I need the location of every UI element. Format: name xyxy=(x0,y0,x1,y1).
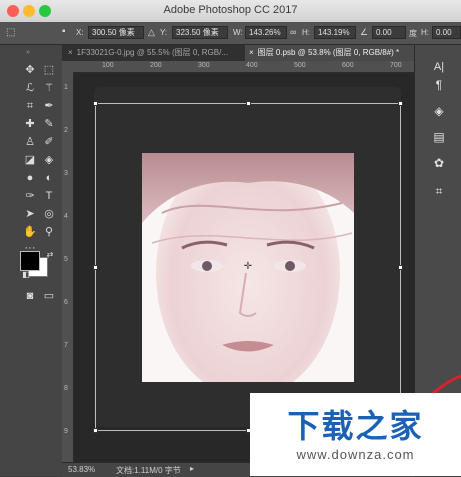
close-tab-icon[interactable]: × xyxy=(249,48,254,57)
tab-label: 1F33021G-0.jpg @ 55.5% (图层 0, RGB/... xyxy=(76,48,228,57)
tab-document-2[interactable]: × 图层 0.psb @ 53.8% (图层 0, RGB/8#) * xyxy=(245,45,414,61)
clone-stamp-tool-icon[interactable]: ♙ xyxy=(22,134,38,150)
crop-tool-icon[interactable]: ⌗ xyxy=(22,98,38,114)
brush-tool-icon[interactable]: ✎ xyxy=(41,116,57,132)
height-field[interactable]: 143.19% xyxy=(314,26,356,39)
delta-icon[interactable]: △ xyxy=(148,27,155,38)
transform-handle-top[interactable] xyxy=(246,101,251,106)
crop-panel-icon[interactable]: ⌗ xyxy=(431,183,447,199)
watermark-title: 下载之家 xyxy=(287,408,424,444)
ruler-tick-label: 7 xyxy=(64,342,68,349)
ruler-tick-label: 2 xyxy=(64,127,68,134)
transform-handle-left[interactable] xyxy=(93,265,98,270)
watermark: 下载之家 www.downza.com xyxy=(250,393,461,476)
y-label: Y: xyxy=(160,28,168,37)
options-bar: ⬚ ▪ X: 300.50 像素 △ Y: 323.50 像素 W: 143.2… xyxy=(0,22,461,45)
transform-handle-bottom-left[interactable] xyxy=(93,428,98,433)
ruler-tick-label: 1 xyxy=(64,84,68,91)
ruler-tick-label: 8 xyxy=(64,385,68,392)
width-field[interactable]: 143.26% xyxy=(245,26,287,39)
dodge-tool-icon[interactable]: ◐ xyxy=(41,170,57,186)
paragraph-panel-icon[interactable]: ¶ xyxy=(431,77,447,93)
move-tool-icon[interactable]: ✥ xyxy=(22,62,38,78)
transform-handle-right[interactable] xyxy=(398,265,403,270)
paint-bucket-tool-icon[interactable]: ◈ xyxy=(41,152,57,168)
ruler-tick-label: 3 xyxy=(64,170,68,177)
reference-point-icon[interactable]: ▪ xyxy=(62,26,66,37)
hand-tool-icon[interactable]: ✋ xyxy=(22,224,38,240)
tab-document-1[interactable]: × 1F33021G-0.jpg @ 55.5% (图层 0, RGB/... xyxy=(62,45,244,61)
document-tab-bar: × 1F33021G-0.jpg @ 55.5% (图层 0, RGB/... ×… xyxy=(62,45,414,61)
swap-colors-icon[interactable]: ⇄ xyxy=(42,247,58,263)
status-menu-arrow-icon[interactable]: ▸ xyxy=(190,464,194,473)
zoom-level[interactable]: 53.83% xyxy=(68,465,95,474)
marquee-tool-icon[interactable]: ⬚ xyxy=(41,62,57,78)
x-position-field[interactable]: 300.50 像素 xyxy=(88,26,144,39)
horizontal-ruler: 100 200 300 400 500 600 700 xyxy=(62,61,414,73)
y-position-field[interactable]: 323.50 像素 xyxy=(172,26,228,39)
angle-icon: ∠ xyxy=(360,27,369,37)
ruler-tick-label: 9 xyxy=(64,428,68,435)
character-panel-icon[interactable]: A| xyxy=(431,59,447,75)
document-size: 文档:1.11M/0 字节 xyxy=(116,466,181,475)
transform-tool-icon[interactable]: ⬚ xyxy=(6,27,15,38)
path-selection-tool-icon[interactable]: ➤ xyxy=(22,206,38,222)
ruler-tick-label: 600 xyxy=(342,62,354,69)
watermark-url: www.downza.com xyxy=(296,447,415,462)
tab-label: 图层 0.psb @ 53.8% (图层 0, RGB/8#) * xyxy=(257,48,400,57)
healing-brush-tool-icon[interactable]: ✚ xyxy=(22,116,38,132)
hskew-field[interactable]: 0.00 xyxy=(432,26,461,39)
toolbar: » ✥ ⬚ ℒ ⚚ ⌗ ✒ ✚ ✎ ♙ ✐ ◪ ◈ ● ◐ ✑ T ➤ ◎ ✋ … xyxy=(0,45,63,476)
ruler-tick-label: 400 xyxy=(246,62,258,69)
x-label: X: xyxy=(76,28,84,37)
quick-mask-icon[interactable]: ◙ xyxy=(22,288,38,304)
ruler-tick-label: 200 xyxy=(150,62,162,69)
window-title: Adobe Photoshop CC 2017 xyxy=(163,4,298,16)
magic-wand-tool-icon[interactable]: ⚚ xyxy=(41,80,57,96)
lasso-tool-icon[interactable]: ℒ xyxy=(22,80,38,96)
w-label: W: xyxy=(233,28,243,37)
zoom-tool-icon[interactable]: ⚲ xyxy=(41,224,57,240)
transform-center-point-icon[interactable]: ✛ xyxy=(243,262,253,272)
transform-handle-top-right[interactable] xyxy=(398,101,403,106)
channels-panel-icon[interactable]: ▤ xyxy=(431,129,447,145)
adjustments-panel-icon[interactable]: ✿ xyxy=(431,155,447,171)
ruler-tick-label: 6 xyxy=(64,299,68,306)
hskew-label: H: xyxy=(421,28,429,37)
link-icon[interactable]: ∞ xyxy=(290,27,296,37)
angle-field[interactable]: 0.00 xyxy=(372,26,406,39)
ruler-tick-label: 300 xyxy=(198,62,210,69)
shape-tool-icon[interactable]: ◎ xyxy=(41,206,57,222)
layers-panel-icon[interactable]: ◈ xyxy=(431,103,447,119)
type-tool-icon[interactable]: T xyxy=(41,188,57,204)
ruler-tick-label: 700 xyxy=(390,62,402,69)
pen-tool-icon[interactable]: ✑ xyxy=(22,188,38,204)
history-brush-tool-icon[interactable]: ✐ xyxy=(41,134,57,150)
close-tab-icon[interactable]: × xyxy=(68,48,73,57)
default-colors-icon[interactable]: ◧ xyxy=(18,267,34,283)
eyedropper-tool-icon[interactable]: ✒ xyxy=(41,98,57,114)
blur-tool-icon[interactable]: ● xyxy=(22,170,38,186)
h-label: H: xyxy=(302,28,310,37)
ruler-tick-label: 4 xyxy=(64,213,68,220)
angle-unit: 度 xyxy=(409,29,417,38)
ruler-tick-label: 500 xyxy=(294,62,306,69)
transform-handle-top-left[interactable] xyxy=(93,101,98,106)
toolbar-collapse-icon[interactable]: » xyxy=(20,45,36,61)
ruler-tick-label: 5 xyxy=(64,256,68,263)
screen-mode-icon[interactable]: ▭ xyxy=(41,288,57,304)
vertical-ruler: 1 2 3 4 5 6 7 8 9 xyxy=(62,72,74,462)
title-bar: Adobe Photoshop CC 2017 xyxy=(0,0,461,23)
eraser-tool-icon[interactable]: ◪ xyxy=(22,152,38,168)
ruler-tick-label: 100 xyxy=(102,62,114,69)
